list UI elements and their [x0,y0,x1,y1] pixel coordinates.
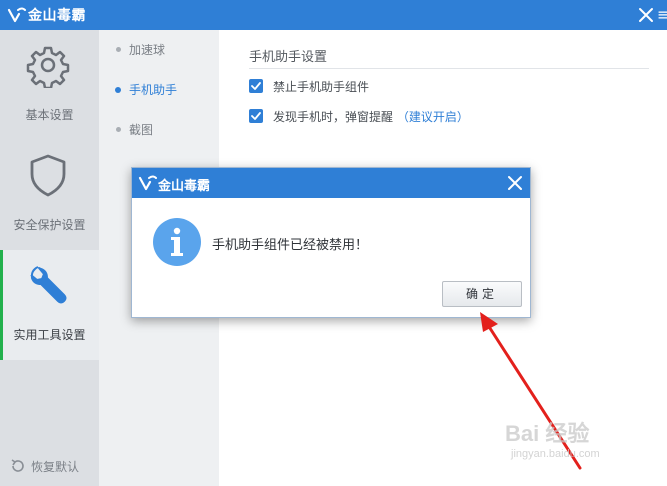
check-icon [251,82,261,90]
alert-dialog: 金山毒霸 手机助手组件已经被禁用！ 确定 [131,167,531,318]
gear-icon [26,46,70,88]
app-logo-icon [138,175,157,191]
restore-defaults-label: 恢复默认 [31,460,80,474]
bullet-dot [116,127,121,132]
option-label: 发现手机时，弹窗提醒 （建议开启） [273,108,469,125]
dialog-close-icon[interactable] [506,174,524,192]
nav-label: 安全保护设置 [13,218,86,232]
subnav-label: 截图 [129,123,154,137]
title-bar: 金山毒霸 ≡ [0,0,667,30]
checkbox-checked[interactable] [249,109,263,123]
ok-button[interactable]: 确定 [442,281,522,307]
window-menu-icon[interactable]: ≡ [657,2,667,28]
option-hint: （建议开启） [396,110,469,124]
nav-item-security-settings[interactable]: 安全保护设置 [0,140,99,250]
nav-item-basic-settings[interactable]: 基本设置 [0,30,99,140]
dialog-message: 手机助手组件已经被禁用！ [212,238,369,253]
subnav-item-phone-assistant[interactable]: 手机助手 [99,78,219,102]
dialog-title: 金山毒霸 [158,179,211,194]
option-text: 发现手机时，弹窗提醒 [273,110,394,124]
app-logo-icon [7,7,26,23]
subnav-item-accelerator-ball[interactable]: 加速球 [99,38,219,62]
section-title: 手机助手设置 [249,50,328,65]
nav-label: 实用工具设置 [13,328,86,342]
divider [249,68,649,69]
option-label: 禁止手机助手组件 [273,80,370,94]
subnav-label: 手机助手 [129,83,178,97]
restore-icon [11,459,24,472]
active-indicator [0,250,3,360]
nav-label: 基本设置 [25,108,74,122]
wrench-icon [30,266,67,304]
checkbox-checked[interactable] [249,79,263,93]
restore-defaults-button[interactable]: 恢复默认 [10,457,100,475]
dialog-title-bar: 金山毒霸 [132,168,530,198]
watermark-logo: Bai 经验 [505,421,590,446]
left-nav: 基本设置 安全保护设置 实用工具设置 恢复默认 [0,30,99,486]
subnav-item-screenshot[interactable]: 截图 [99,118,219,142]
check-icon [251,112,261,120]
info-icon [153,218,201,266]
bullet-dot [115,87,121,93]
watermark: Bai 经验 jingyan.baidu.com [505,416,655,472]
nav-item-tools-settings[interactable]: 实用工具设置 [0,250,99,360]
watermark-url: jingyan.baidu.com [511,448,600,460]
subnav-label: 加速球 [129,43,166,57]
window-close-icon[interactable] [636,5,656,25]
bullet-dot [116,47,121,52]
shield-icon [30,154,66,197]
window-title: 金山毒霸 [28,8,86,24]
